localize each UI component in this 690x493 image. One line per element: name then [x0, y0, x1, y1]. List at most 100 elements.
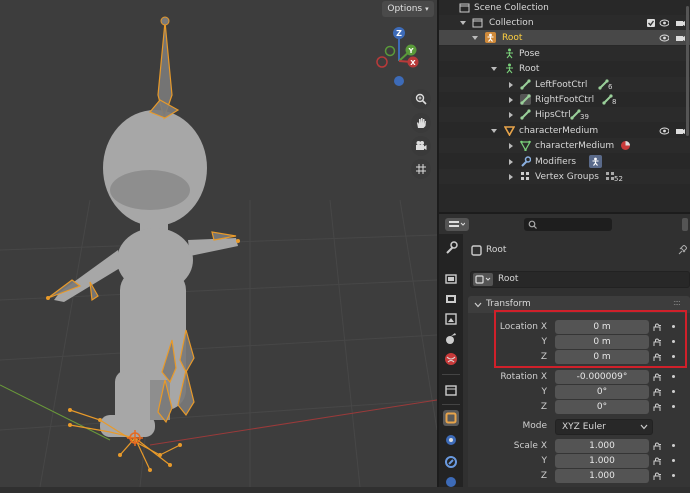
- properties-editor[interactable]: Root Root Transform :::: Location X 0 m …: [439, 214, 690, 487]
- scale-z-field[interactable]: 1.000: [555, 469, 649, 483]
- zoom-icon[interactable]: [411, 89, 431, 109]
- outliner-row-modifiers[interactable]: Modifiers: [439, 154, 690, 169]
- lock-icon[interactable]: [653, 472, 661, 480]
- armature-modifier-icon: [589, 155, 602, 168]
- expand-arrow-icon[interactable]: [509, 82, 513, 88]
- camera-render-icon[interactable]: [675, 33, 685, 43]
- scale-y-label: Y: [541, 456, 548, 466]
- lock-icon[interactable]: [653, 388, 661, 396]
- object-icon: [475, 275, 491, 284]
- outliner-scene-collection[interactable]: Scene Collection: [439, 0, 690, 15]
- rotation-y-field[interactable]: 0°: [555, 385, 649, 399]
- grid-icon[interactable]: [411, 159, 431, 179]
- lock-icon[interactable]: [653, 442, 661, 450]
- properties-header: [439, 214, 690, 234]
- eye-icon[interactable]: [659, 18, 669, 28]
- keyframe-dot[interactable]: [672, 405, 675, 408]
- rotation-x-label: Rotation X: [500, 372, 547, 382]
- expand-arrow-icon[interactable]: [509, 112, 513, 118]
- outliner-row-root[interactable]: Root: [439, 30, 690, 45]
- expand-arrow-icon[interactable]: [491, 67, 497, 71]
- keyframe-dot[interactable]: [672, 474, 675, 477]
- highlight-box: [494, 310, 687, 368]
- world-tab-icon[interactable]: [443, 351, 459, 367]
- object-tab-icon[interactable]: [443, 410, 459, 426]
- options-label: Options: [387, 4, 423, 14]
- output-tab-icon[interactable]: [443, 291, 459, 307]
- eye-icon[interactable]: [659, 126, 669, 136]
- pin-icon[interactable]: [676, 245, 687, 256]
- outliner-row-vertex-groups[interactable]: Vertex Groups 52: [439, 169, 690, 184]
- render-tab-icon[interactable]: [443, 271, 459, 287]
- outliner-scrollbar[interactable]: [686, 6, 689, 136]
- scale-y-field[interactable]: 1.000: [555, 454, 649, 468]
- object-icon: [471, 245, 482, 256]
- camera-icon[interactable]: [411, 136, 431, 156]
- lock-icon[interactable]: [653, 457, 661, 465]
- keyframe-dot[interactable]: [672, 375, 675, 378]
- rotation-z-field[interactable]: 0°: [555, 400, 649, 414]
- outliner-label: Pose: [519, 48, 540, 59]
- lock-icon[interactable]: [653, 403, 661, 411]
- navigation-gizmo[interactable]: Z Y X: [368, 24, 434, 90]
- options-toggle[interactable]: [682, 218, 688, 231]
- datablock-browse-button[interactable]: [473, 273, 493, 286]
- vertex-groups-icon: [521, 172, 529, 180]
- property-search-input[interactable]: [524, 218, 612, 231]
- rotation-x-field[interactable]: -0.000009°: [555, 370, 649, 384]
- rotation-mode-label: Mode: [522, 421, 547, 431]
- outliner[interactable]: Scene Collection Collection Root Pose Ro…: [439, 0, 690, 212]
- gizmo-y-label: Y: [407, 47, 414, 55]
- camera-render-icon[interactable]: [675, 126, 685, 136]
- datablock-name: Root: [498, 274, 519, 284]
- expand-arrow-icon[interactable]: [509, 97, 513, 103]
- outliner-row-pose[interactable]: Pose: [439, 46, 690, 61]
- view-layer-tab-icon[interactable]: [443, 311, 459, 327]
- scale-x-field[interactable]: 1.000: [555, 439, 649, 453]
- outliner-row-bone[interactable]: RightFootCtrl 8: [439, 92, 690, 107]
- constraints-tab-icon[interactable]: [443, 454, 459, 470]
- gizmo-x-label: X: [410, 59, 416, 67]
- outliner-row-mesh-data[interactable]: characterMedium: [439, 138, 690, 153]
- hand-icon[interactable]: [411, 113, 431, 133]
- mesh-data-icon: [520, 140, 531, 151]
- collection-tab-icon[interactable]: [443, 382, 459, 398]
- object-name: Root: [486, 245, 507, 255]
- object-datablock-field[interactable]: Root: [470, 271, 690, 288]
- camera-render-icon[interactable]: [675, 18, 685, 28]
- expand-arrow-icon[interactable]: [509, 159, 513, 165]
- outliner-row-bone[interactable]: HipsCtrl 39: [439, 107, 690, 122]
- expand-arrow-icon[interactable]: [460, 21, 466, 25]
- lock-icon[interactable]: [653, 373, 661, 381]
- scene-tab-icon[interactable]: [443, 331, 459, 347]
- outliner-label: Modifiers: [535, 156, 577, 167]
- keyframe-dot[interactable]: [672, 444, 675, 447]
- keyframe-dot[interactable]: [672, 459, 675, 462]
- outliner-row-mesh-object[interactable]: characterMedium: [439, 123, 690, 138]
- data-tab-icon[interactable]: [443, 474, 459, 490]
- tool-tab-icon[interactable]: [443, 240, 459, 256]
- child-count-badge: 8: [612, 98, 617, 106]
- scale-z-label: Z: [540, 471, 547, 481]
- outliner-label: Root: [502, 32, 523, 43]
- 3d-viewport[interactable]: Options ▾ Z Y X: [0, 0, 437, 487]
- expand-arrow-icon[interactable]: [509, 143, 513, 149]
- chevron-down-icon: [640, 424, 648, 430]
- expand-arrow-icon[interactable]: [472, 36, 478, 40]
- options-dropdown[interactable]: Options ▾: [382, 1, 434, 17]
- expand-arrow-icon[interactable]: [491, 129, 497, 133]
- properties-editor-icon: [449, 221, 465, 227]
- outliner-label: HipsCtrl: [535, 109, 571, 120]
- checkbox-icon[interactable]: [646, 18, 656, 28]
- drag-handle-icon[interactable]: ::::: [673, 298, 681, 307]
- outliner-row-collection[interactable]: Collection: [439, 15, 690, 30]
- chevron-down-icon: ▾: [425, 5, 429, 13]
- outliner-row-bone[interactable]: LeftFootCtrl 6: [439, 77, 690, 92]
- expand-arrow-icon[interactable]: [509, 174, 513, 180]
- outliner-row-armature-data[interactable]: Root: [439, 61, 690, 76]
- editor-type-dropdown[interactable]: [445, 218, 469, 231]
- eye-icon[interactable]: [659, 33, 669, 43]
- keyframe-dot[interactable]: [672, 390, 675, 393]
- rotation-mode-dropdown[interactable]: XYZ Euler: [555, 419, 653, 435]
- physics-tab-icon[interactable]: [443, 432, 459, 448]
